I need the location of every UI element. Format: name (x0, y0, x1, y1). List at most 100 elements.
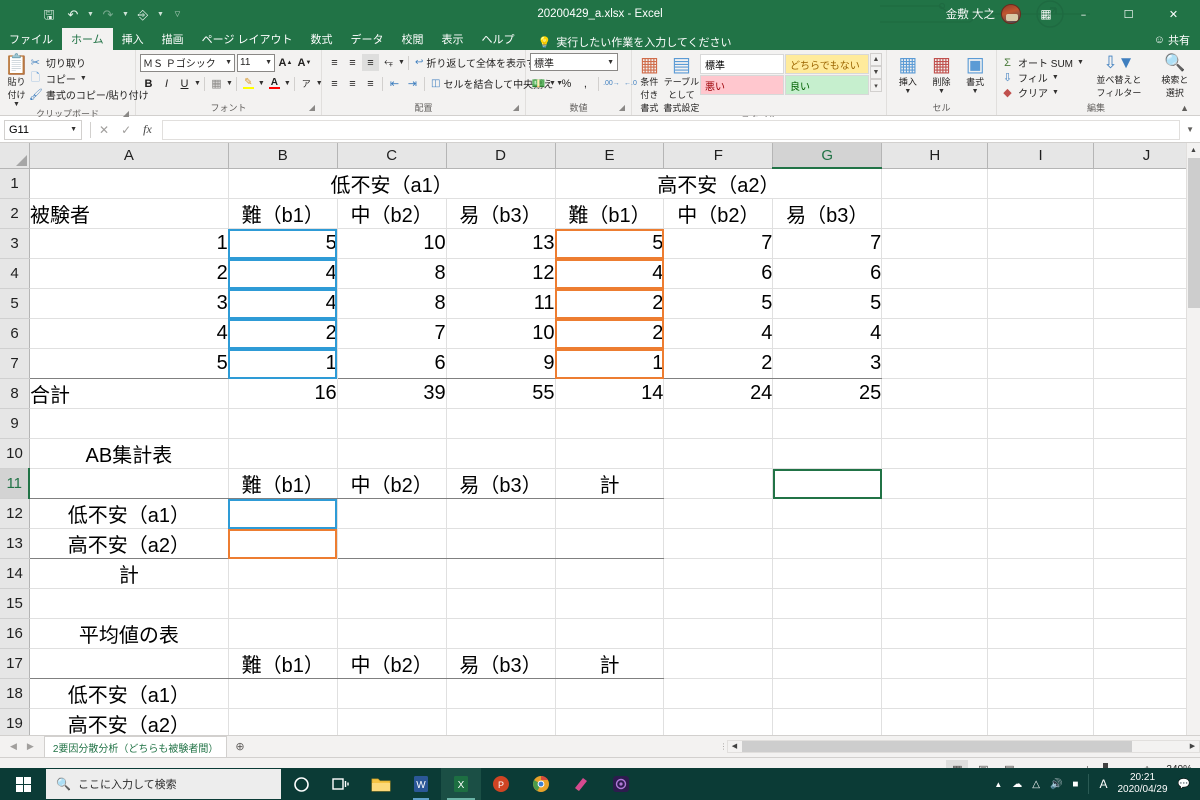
cell-H12[interactable] (881, 498, 989, 529)
cell-D4[interactable]: 12 (446, 258, 556, 289)
close-button[interactable]: ✕ (1151, 0, 1196, 28)
notifications-icon[interactable]: 💬 (1178, 779, 1190, 790)
number-format-select[interactable]: 標準 ▼ (530, 53, 618, 71)
cell-E2[interactable]: 難（b1） (555, 198, 665, 229)
spreadsheet-grid[interactable]: A B C D E F G H I J 1 低不安（a1） 高不安（a2） 2 … (0, 143, 1200, 735)
clear-button[interactable]: ◆ クリア ▼ (1001, 85, 1084, 100)
cell-J10[interactable] (1093, 438, 1200, 469)
cell-J9[interactable] (1093, 408, 1200, 439)
cell-I1[interactable] (987, 168, 1094, 199)
row-header-6[interactable]: 6 (0, 318, 30, 349)
cell-I10[interactable] (987, 438, 1094, 469)
fill-color-dropdown-icon[interactable]: ▼ (258, 80, 265, 87)
underline-dropdown-icon[interactable]: ▼ (194, 80, 201, 87)
cell-I2[interactable] (987, 198, 1094, 229)
cell-C15[interactable] (337, 588, 447, 619)
cell-E9[interactable] (555, 408, 665, 439)
cell-J6[interactable] (1093, 318, 1200, 349)
cortana-icon[interactable] (281, 768, 321, 800)
cell-G17[interactable] (772, 648, 883, 679)
cell-J1[interactable] (1093, 168, 1200, 199)
cell-C7[interactable]: 6 (337, 348, 447, 379)
cell-H19[interactable] (881, 708, 989, 735)
cell-E18[interactable] (555, 678, 665, 709)
sort-filter-button[interactable]: ⇩▼ 並べ替えと フィルター (1094, 53, 1144, 99)
paint-3d-icon[interactable] (561, 768, 601, 800)
cell-B8[interactable]: 16 (228, 378, 338, 409)
user-name[interactable]: 金敷 大之 (946, 6, 995, 22)
column-header-I[interactable]: I (987, 143, 1094, 169)
cell-F2[interactable]: 中（b2） (663, 198, 774, 229)
cell-J8[interactable] (1093, 378, 1200, 409)
cell-D18[interactable] (446, 678, 556, 709)
gallery-more-icon[interactable]: ▾ (870, 79, 882, 92)
cell-F17[interactable] (663, 648, 774, 679)
taskbar-clock[interactable]: 20:21 2020/04/29 (1117, 772, 1167, 796)
cell-H7[interactable] (881, 348, 989, 379)
gallery-scroll-down-icon[interactable]: ▼ (870, 66, 882, 79)
cell-I12[interactable] (987, 498, 1094, 529)
fill-dropdown-icon[interactable]: ▼ (1052, 74, 1059, 81)
row-header-16[interactable]: 16 (0, 618, 30, 649)
find-select-button[interactable]: 🔍 検索と 選択 (1150, 53, 1200, 99)
cell-J13[interactable] (1093, 528, 1200, 559)
cell-D11[interactable]: 易（b3） (446, 468, 556, 499)
share-button[interactable]: ☺ 共有 (1154, 32, 1190, 48)
cell-I19[interactable] (987, 708, 1094, 735)
cell-I8[interactable] (987, 378, 1094, 409)
column-header-E[interactable]: E (555, 143, 665, 169)
cell-E16[interactable] (555, 618, 665, 649)
maximize-button[interactable]: ☐ (1106, 0, 1151, 28)
align-bottom-icon[interactable]: ≡ (362, 54, 379, 71)
cell-I11[interactable] (987, 468, 1094, 499)
tab-insert[interactable]: 挿入 (113, 28, 153, 50)
cell-G4[interactable]: 6 (772, 258, 883, 289)
cell-G14[interactable] (772, 558, 883, 589)
cell-A16[interactable]: 平均値の表 (29, 618, 229, 649)
cell-F7[interactable]: 2 (663, 348, 774, 379)
sheet-tab-anova[interactable]: 2要因分散分析（どちらも被験者間） (43, 736, 228, 757)
cell-F18[interactable] (663, 678, 774, 709)
select-all-corner[interactable] (0, 143, 30, 169)
cell-C9[interactable] (337, 408, 447, 439)
cell-D13[interactable] (446, 528, 556, 559)
onedrive-icon[interactable]: ☁ (1012, 779, 1022, 790)
cancel-icon[interactable]: ✕ (99, 123, 109, 137)
file-explorer-icon[interactable] (361, 768, 401, 800)
sheet-nav-arrows[interactable]: ◀ ▶ (0, 741, 44, 752)
ime-mode-indicator[interactable]: A (1099, 777, 1107, 791)
cell-A17[interactable] (29, 648, 229, 679)
row-header-12[interactable]: 12 (0, 498, 30, 529)
cell-A7[interactable]: 5 (29, 348, 229, 379)
cell-A15[interactable] (29, 588, 229, 619)
row-header-9[interactable]: 9 (0, 408, 30, 439)
align-top-icon[interactable]: ≡ (326, 54, 343, 71)
increase-font-size-button[interactable]: A ▲ (277, 54, 294, 71)
cell-J14[interactable] (1093, 558, 1200, 589)
touch-mode-icon[interactable]: ⎆ (132, 3, 154, 25)
battery-icon[interactable]: ■ (1072, 779, 1078, 790)
underline-button[interactable]: U (176, 75, 193, 92)
fill-button[interactable]: ⇩ フィル ▼ (1001, 70, 1084, 85)
cell-G15[interactable] (772, 588, 883, 619)
cell-B10[interactable] (228, 438, 338, 469)
cell-C10[interactable] (337, 438, 447, 469)
gallery-scroll-up-icon[interactable]: ▲ (870, 53, 882, 66)
tab-view[interactable]: 表示 (433, 28, 473, 50)
phonetic-guide-icon[interactable]: ア (298, 75, 315, 92)
cell-A2[interactable]: 被験者 (29, 198, 229, 229)
column-header-F[interactable]: F (663, 143, 774, 169)
cell-C16[interactable] (337, 618, 447, 649)
cell-H14[interactable] (881, 558, 989, 589)
cell-C12[interactable] (337, 498, 447, 529)
cell-G5[interactable]: 5 (772, 288, 883, 319)
style-bad[interactable]: 悪い (700, 75, 784, 95)
format-as-table-button[interactable]: ▤ テーブルとして 書式設定 (663, 53, 700, 114)
horizontal-scroll-thumb[interactable] (742, 740, 1132, 752)
excel-icon[interactable]: X (441, 768, 481, 800)
cell-F9[interactable] (663, 408, 774, 439)
cell-E1[interactable]: 高不安（a2） (555, 168, 883, 199)
column-header-C[interactable]: C (337, 143, 447, 169)
format-painter-button[interactable]: 🖌 書式のコピー/貼り付け (29, 87, 149, 102)
cell-J12[interactable] (1093, 498, 1200, 529)
